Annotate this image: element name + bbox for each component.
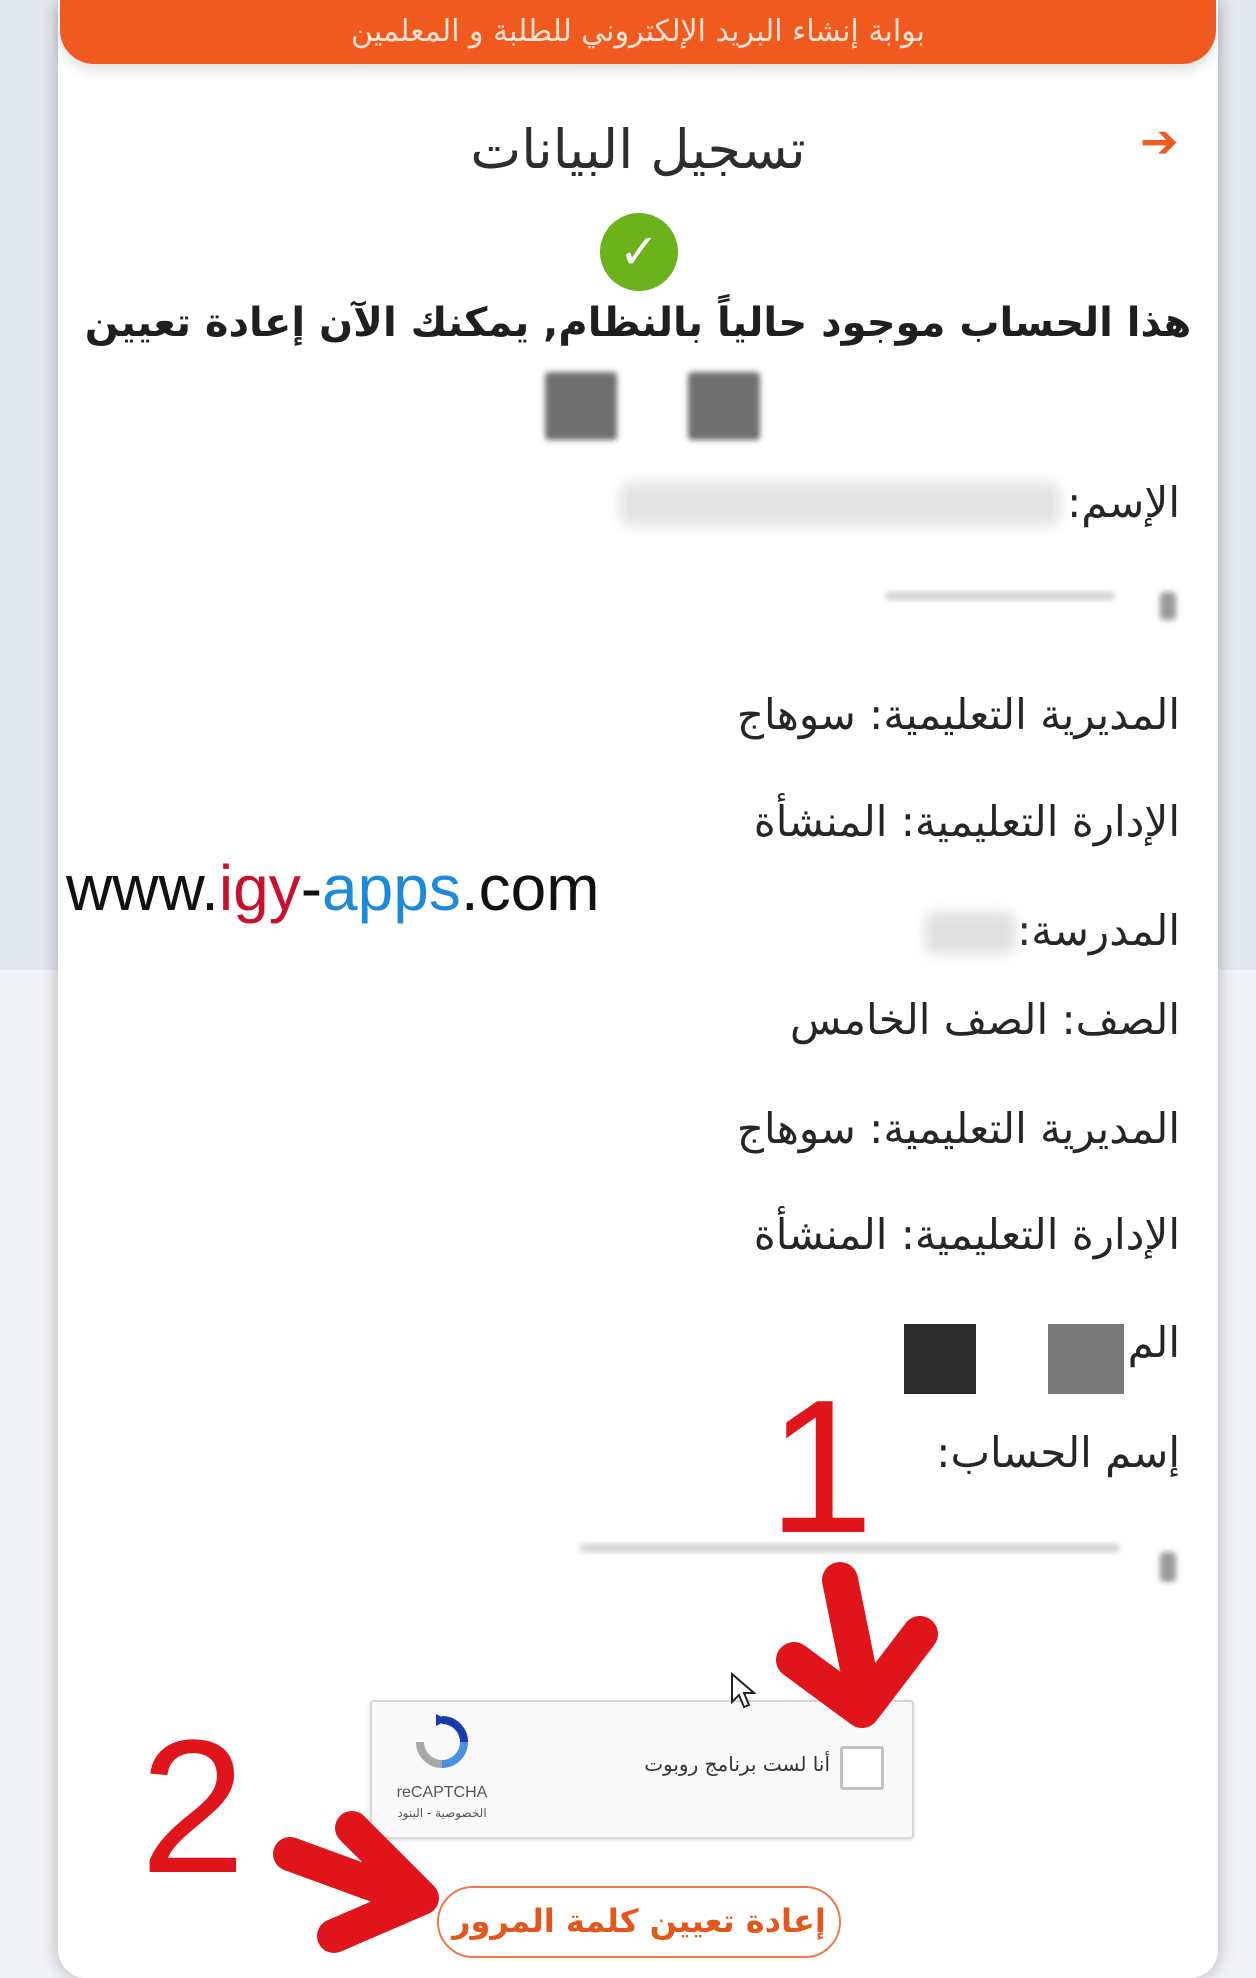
redacted-block	[1160, 592, 1176, 620]
directorate-label: المديرية التعليمية: سوهاج	[736, 690, 1180, 739]
reset-password-button[interactable]: إعادة تعيين كلمة المرور	[437, 1886, 841, 1958]
recaptcha-checkbox[interactable]	[840, 1746, 884, 1790]
portal-header-bar: بوابة إنشاء البريد الإلكتروني للطلبة و ا…	[60, 0, 1216, 64]
registration-card	[58, 0, 1218, 1978]
recaptcha-label: أنا لست برنامج روبوت	[644, 1752, 830, 1776]
step-2-annotation: 2	[140, 1701, 246, 1913]
account-name-label: إسم الحساب:	[936, 1428, 1180, 1477]
redacted-block	[1048, 1324, 1124, 1394]
redacted-school	[925, 912, 1015, 954]
mouse-cursor-icon	[731, 1672, 756, 1709]
redacted-id	[885, 592, 1115, 600]
redacted-block	[688, 372, 760, 440]
recaptcha-icon	[416, 1714, 468, 1768]
redacted-name	[620, 482, 1060, 526]
annotation-arrow-icon	[776, 1562, 938, 1728]
directorate-label-2: المديرية التعليمية: سوهاج	[736, 1104, 1180, 1153]
name-label: الإسم:	[1067, 478, 1180, 527]
administration-label-2: الإدارة التعليمية: المنشأة	[753, 1210, 1180, 1259]
redacted-block	[904, 1324, 976, 1394]
success-message: هذا الحساب موجود حالياً بالنظام, يمكنك ا…	[84, 300, 1192, 346]
redacted-block	[545, 372, 617, 440]
redacted-block	[1160, 1552, 1176, 1582]
page-title: تسجيل البيانات	[470, 118, 806, 181]
grade-label: الصف: الصف الخامس	[790, 995, 1180, 1044]
partial-label: الم	[1127, 1318, 1180, 1367]
annotation-arrow-icon	[273, 1811, 439, 1953]
step-1-annotation: 1	[768, 1361, 874, 1573]
school-label: المدرسة:	[1017, 906, 1180, 955]
website-watermark: www.igy-apps.com	[58, 848, 678, 928]
check-circle-icon: ✓	[600, 213, 678, 291]
administration-label: الإدارة التعليمية: المنشأة	[753, 797, 1180, 846]
